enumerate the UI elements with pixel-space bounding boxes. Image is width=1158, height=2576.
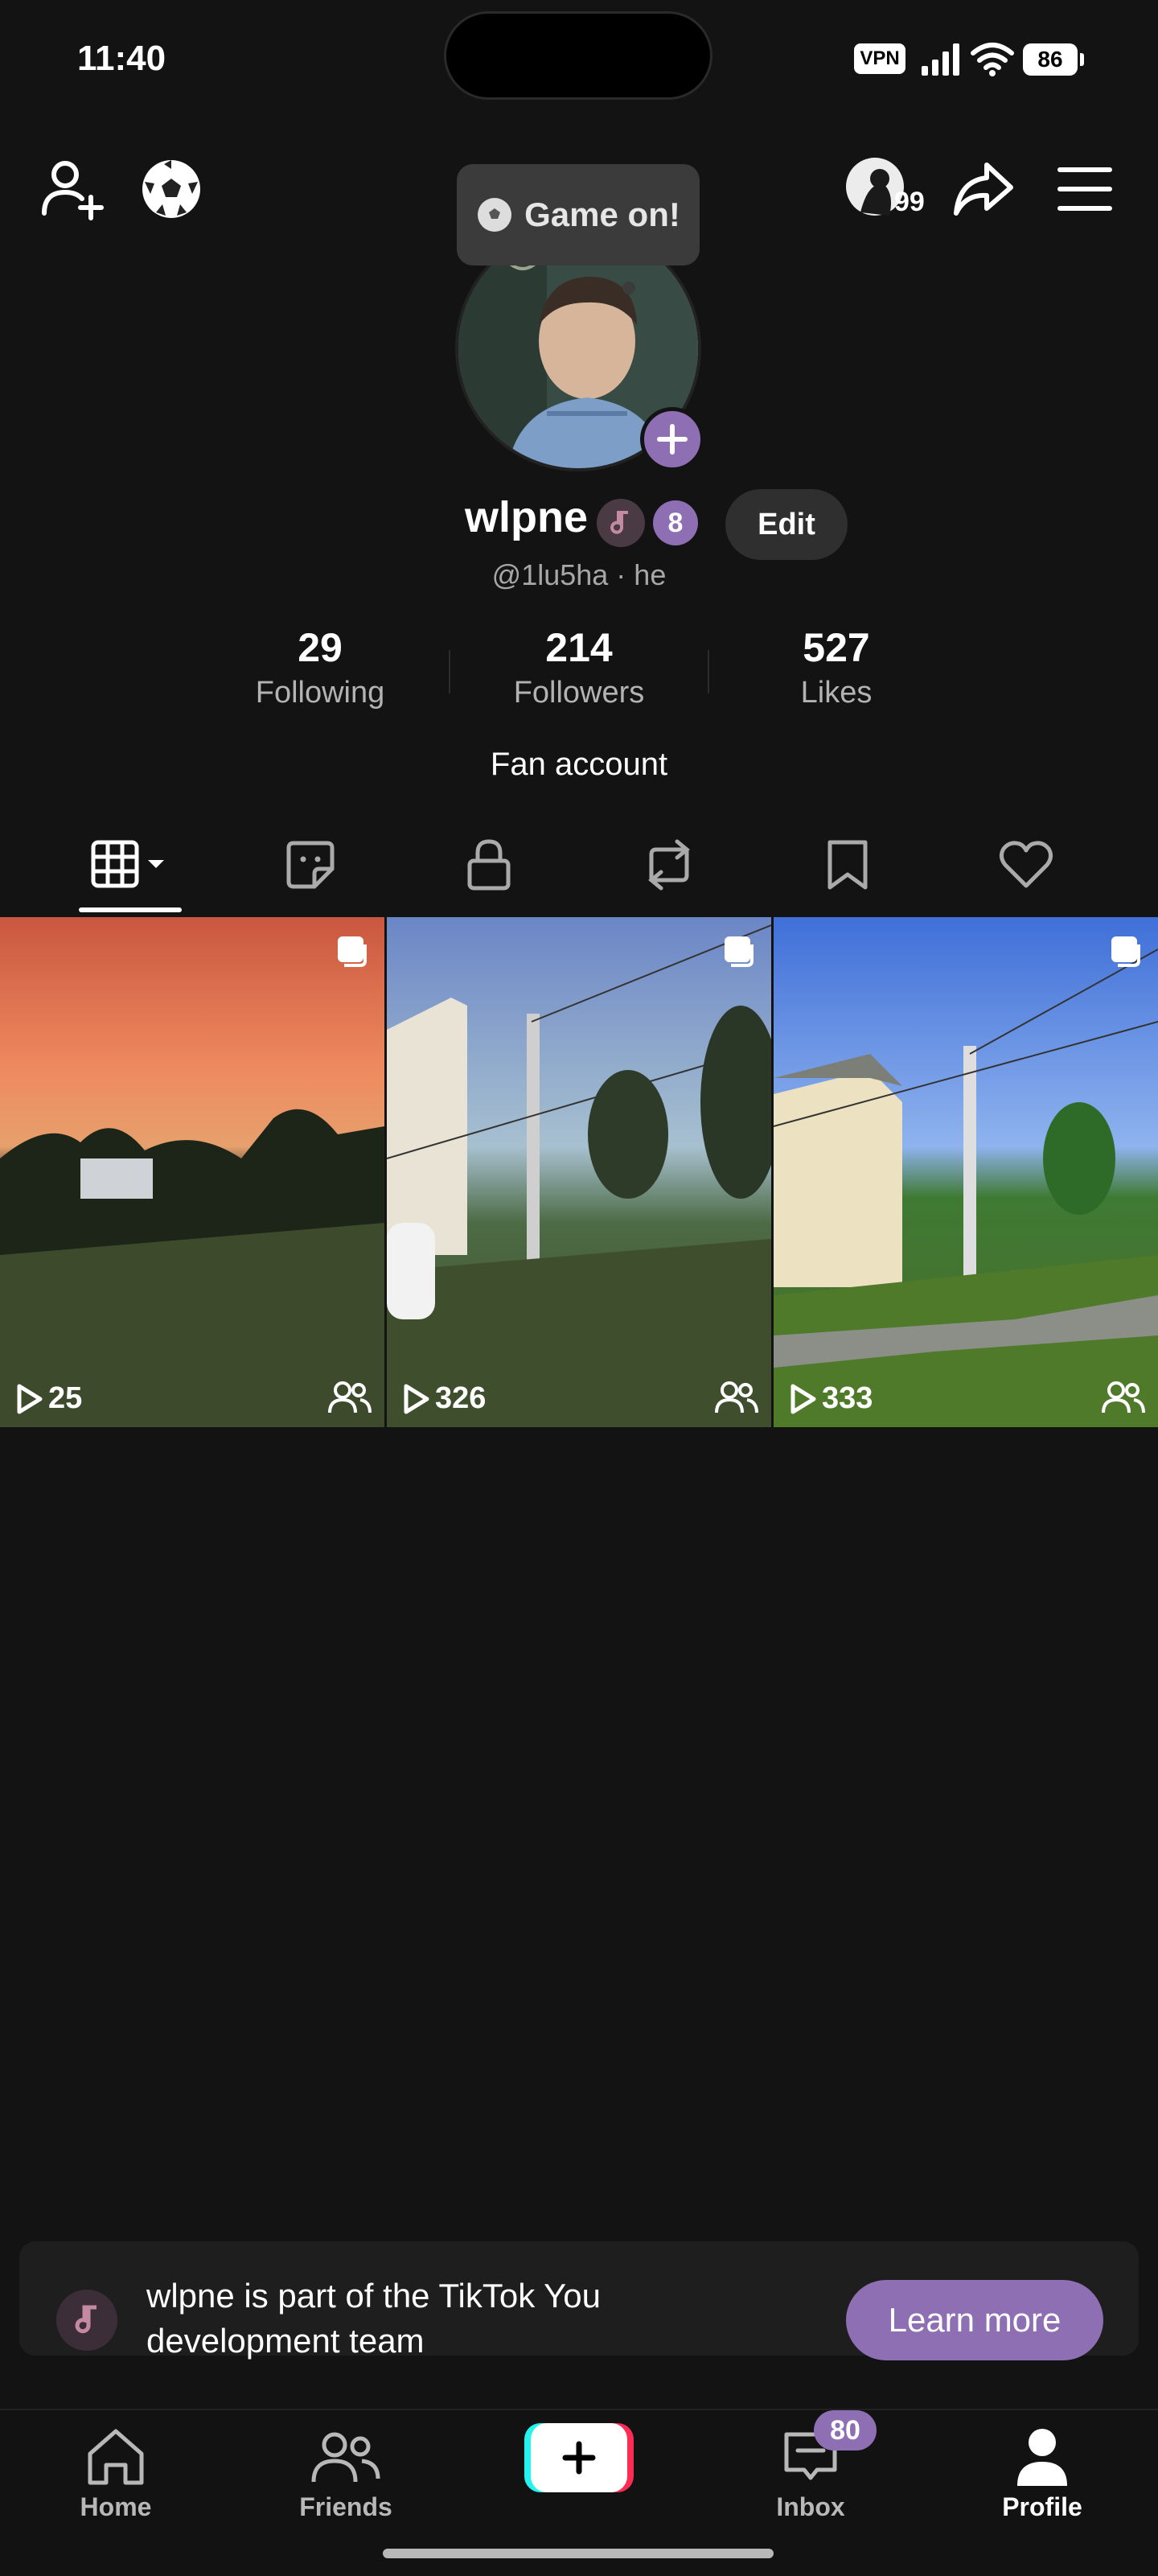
- sticker-icon: [286, 841, 335, 889]
- profile-bio: Fan account: [490, 747, 668, 782]
- signal-icon: [922, 43, 959, 76]
- friends-only-icon: [1102, 1381, 1145, 1414]
- plus-icon: [657, 424, 688, 455]
- repost-icon: [648, 839, 690, 891]
- view-count-text: 333: [822, 1381, 873, 1415]
- heart-icon: [999, 841, 1053, 888]
- likes-count: 527: [803, 625, 870, 670]
- nav-profile-label: Profile: [1002, 2492, 1082, 2521]
- home-icon: [88, 2429, 144, 2485]
- share-profile-button[interactable]: [947, 153, 1020, 225]
- lock-icon: [467, 839, 511, 891]
- stat-divider: [708, 650, 709, 693]
- multi-select-icon[interactable]: [720, 933, 755, 969]
- multi-select-icon[interactable]: [333, 933, 368, 969]
- grid-icon: [91, 840, 164, 888]
- menu-button[interactable]: [1049, 153, 1121, 225]
- dynamic-island: [444, 11, 712, 100]
- play-icon: [17, 1384, 43, 1414]
- soccer-ball-icon: [142, 160, 200, 218]
- soccer-ball-button[interactable]: [135, 153, 207, 225]
- tab-stickers[interactable]: [254, 821, 367, 909]
- account-badge: 99: [894, 187, 925, 217]
- nav-profile[interactable]: Profile: [962, 2422, 1123, 2522]
- nav-friends-label: Friends: [299, 2492, 392, 2521]
- edit-profile-button[interactable]: Edit: [725, 489, 848, 560]
- add-friend-button[interactable]: [35, 153, 108, 225]
- active-tab-indicator: [79, 907, 182, 912]
- add-user-icon: [42, 161, 104, 220]
- vpn-indicator: VPN: [854, 43, 905, 74]
- tab-private[interactable]: [433, 821, 545, 909]
- soccer-ball-icon: [478, 198, 512, 232]
- followers-count: 214: [545, 625, 613, 670]
- play-icon: [790, 1384, 816, 1414]
- play-icon: [404, 1384, 429, 1414]
- wifi-icon: [971, 43, 1014, 76]
- following-stat[interactable]: 29 Following: [216, 624, 425, 710]
- learn-more-button[interactable]: Learn more: [846, 2280, 1103, 2360]
- friends-only-icon: [328, 1381, 372, 1414]
- level-badge[interactable]: 8: [653, 500, 698, 545]
- user-handle: @1lu5ha · he: [491, 558, 667, 591]
- tab-reposts[interactable]: [613, 821, 725, 909]
- bookmark-icon: [827, 840, 868, 890]
- tab-favorites[interactable]: [791, 821, 904, 909]
- view-count: 326: [401, 1381, 486, 1416]
- tab-liked[interactable]: [970, 821, 1082, 909]
- status-bubble[interactable]: Game on!: [457, 164, 700, 265]
- view-count: 25: [14, 1381, 82, 1416]
- hamburger-menu-icon: [1057, 167, 1112, 211]
- video-thumbnail: [387, 917, 771, 1427]
- banner-text: wlpne is part of the TikTok You developm…: [146, 2277, 602, 2360]
- likes-label: Likes: [800, 676, 873, 710]
- creator-badge[interactable]: [597, 499, 645, 547]
- video-thumbnail: [774, 917, 1158, 1427]
- followers-stat[interactable]: 214 Followers: [474, 624, 684, 710]
- battery-indicator: 86: [1023, 43, 1084, 76]
- inbox-count-badge: 80: [814, 2410, 877, 2450]
- following-count: 29: [298, 625, 343, 670]
- nav-inbox-label: Inbox: [776, 2492, 845, 2521]
- music-note-icon: [610, 511, 628, 534]
- video-tile[interactable]: 25: [0, 917, 384, 1427]
- bubble-tail: [622, 282, 635, 294]
- create-button[interactable]: [524, 2422, 634, 2494]
- multi-select-icon[interactable]: [1107, 933, 1142, 969]
- following-label: Following: [255, 676, 385, 710]
- view-count-text: 25: [48, 1381, 83, 1415]
- share-icon: [954, 163, 1013, 216]
- video-thumbnail: [0, 917, 384, 1427]
- likes-stat[interactable]: 527 Likes: [732, 624, 941, 710]
- banner-badge: [56, 2290, 117, 2351]
- friends-icon: [311, 2432, 380, 2483]
- friends-only-icon: [715, 1381, 758, 1414]
- status-bubble-text: Game on!: [524, 195, 680, 233]
- nav-friends[interactable]: Friends: [265, 2422, 426, 2522]
- video-tile[interactable]: 326: [387, 917, 771, 1427]
- nav-home-label: Home: [80, 2492, 152, 2521]
- switch-account-avatar[interactable]: 99: [844, 156, 925, 228]
- stat-divider: [449, 650, 450, 693]
- profile-icon: [1017, 2429, 1067, 2486]
- nav-home[interactable]: Home: [35, 2422, 196, 2522]
- display-name: wlpne: [465, 493, 589, 541]
- followers-label: Followers: [513, 676, 645, 710]
- view-count-text: 326: [435, 1381, 487, 1415]
- home-indicator[interactable]: [383, 2549, 774, 2558]
- view-count: 333: [788, 1381, 873, 1416]
- add-story-button[interactable]: [640, 407, 704, 471]
- music-note-icon: [75, 2305, 96, 2334]
- video-tile[interactable]: 333: [774, 917, 1158, 1427]
- tab-videos[interactable]: [74, 821, 187, 909]
- status-time: 11:40: [77, 39, 166, 78]
